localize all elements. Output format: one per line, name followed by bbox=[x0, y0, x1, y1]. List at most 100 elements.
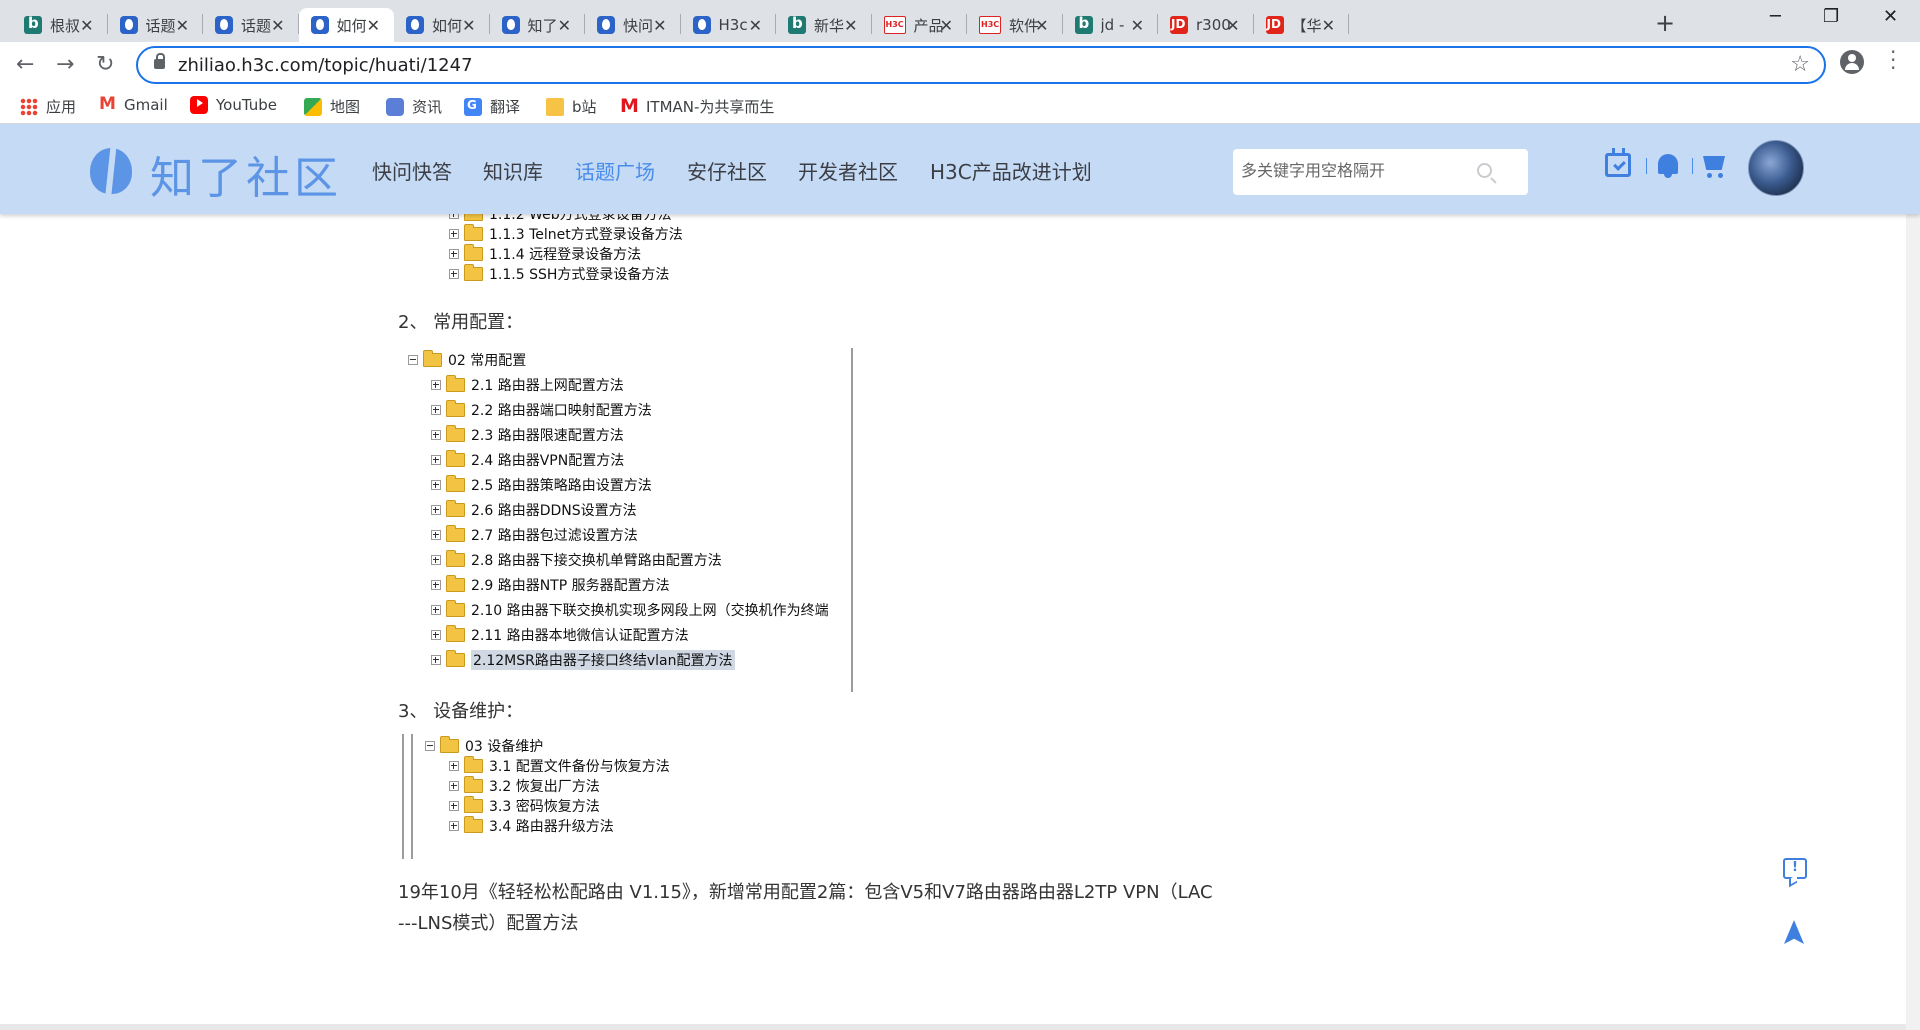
folder-icon bbox=[464, 244, 483, 261]
browser-tab[interactable]: 根叔✕ bbox=[12, 8, 108, 42]
menu-kebab-icon[interactable]: · · · bbox=[1890, 42, 1896, 78]
bookmark-item[interactable]: YouTube bbox=[190, 96, 277, 114]
tab-close-icon[interactable]: ✕ bbox=[653, 16, 666, 35]
expand-plus-icon bbox=[431, 655, 441, 665]
tab-close-icon[interactable]: ✕ bbox=[558, 16, 571, 35]
bookmark-item[interactable]: b站 bbox=[546, 96, 597, 117]
lock-icon[interactable] bbox=[154, 53, 165, 69]
browser-toolbar: ← → ↻ zhiliao.h3c.com/topic/huati/1247 ☆… bbox=[0, 42, 1920, 88]
browser-tab[interactable]: 知了 ✕ bbox=[490, 8, 585, 42]
header-divider bbox=[1646, 158, 1647, 174]
tree-item-label: 2.3 路由器限速配置方法 bbox=[471, 428, 624, 444]
bookmark-label: 翻译 bbox=[490, 98, 521, 116]
checkin-calendar-icon[interactable] bbox=[1605, 148, 1631, 177]
browser-tab[interactable]: 【华✕ bbox=[1254, 8, 1349, 42]
tab-close-icon[interactable]: ✕ bbox=[1226, 16, 1239, 35]
back-icon[interactable]: ← bbox=[16, 52, 34, 77]
nav-kuaiwen[interactable]: 快问快答 bbox=[372, 156, 452, 185]
nav-developer-community[interactable]: 开发者社区 bbox=[798, 156, 898, 185]
nav-anzai-community[interactable]: 安仔社区 bbox=[687, 156, 767, 185]
browser-tab[interactable]: 产品✕ bbox=[872, 8, 967, 42]
tree-frame-border bbox=[402, 734, 404, 859]
bookmark-label: b站 bbox=[572, 98, 597, 116]
expand-plus-icon bbox=[449, 801, 459, 811]
tab-close-icon[interactable]: ✕ bbox=[176, 16, 189, 35]
tab-close-icon[interactable]: ✕ bbox=[1035, 16, 1048, 35]
tree-item: 2.7 路由器包过滤设置方法 bbox=[431, 525, 638, 545]
tab-separator bbox=[1348, 14, 1349, 34]
vertical-scrollbar[interactable] bbox=[1906, 124, 1920, 1030]
folder-icon bbox=[440, 736, 459, 753]
tree-root: 02 常用配置 bbox=[408, 350, 526, 370]
expand-plus-icon bbox=[431, 455, 441, 465]
zhiliao-logo-icon[interactable] bbox=[88, 144, 134, 196]
bookmarks-bar: 应用 Gmail YouTube 地图 资讯 翻译 b站 ITMAN-为共享而生 bbox=[0, 88, 1920, 124]
search-input[interactable] bbox=[1241, 161, 1481, 180]
tree-item-label: 3.2 恢复出厂方法 bbox=[489, 779, 600, 795]
browser-tab[interactable]: r300✕ bbox=[1158, 8, 1254, 42]
expand-plus-icon bbox=[449, 269, 459, 279]
tab-close-icon[interactable]: ✕ bbox=[80, 16, 93, 35]
h3c-favicon-icon bbox=[883, 16, 906, 34]
expand-plus-icon bbox=[449, 214, 459, 219]
bookmark-item[interactable]: 地图 bbox=[304, 96, 360, 117]
maximize-button[interactable]: ❐ bbox=[1823, 6, 1839, 27]
tab-close-icon[interactable]: ✕ bbox=[940, 16, 953, 35]
folder-icon bbox=[423, 350, 442, 367]
minimize-button[interactable]: ─ bbox=[1770, 6, 1781, 27]
browser-tab[interactable]: 话题 ✕ bbox=[203, 8, 299, 42]
bookmark-item[interactable]: 资讯 bbox=[386, 96, 442, 117]
bookmark-item[interactable]: 应用 bbox=[20, 96, 76, 117]
nav-topic-square[interactable]: 话题广场 bbox=[575, 156, 655, 185]
shopping-cart-icon[interactable] bbox=[1703, 156, 1725, 170]
browser-tab[interactable]: 软件✕ bbox=[967, 8, 1063, 42]
folder-icon bbox=[464, 796, 483, 813]
bookmark-star-icon[interactable]: ☆ bbox=[1790, 52, 1810, 77]
browser-tab[interactable]: H3c ✕ bbox=[681, 8, 776, 42]
tab-close-icon[interactable]: ✕ bbox=[367, 16, 380, 35]
folder-icon bbox=[446, 650, 465, 667]
cart-wheels-icon bbox=[1707, 173, 1712, 178]
gmail-icon bbox=[98, 94, 116, 114]
url-text[interactable]: zhiliao.h3c.com/topic/huati/1247 bbox=[178, 55, 473, 76]
tab-close-icon[interactable]: ✕ bbox=[462, 16, 475, 35]
tab-close-icon[interactable]: ✕ bbox=[1322, 16, 1335, 35]
expand-plus-icon bbox=[431, 530, 441, 540]
tab-close-icon[interactable]: ✕ bbox=[271, 16, 284, 35]
browser-tab[interactable]: 如何 ✕ bbox=[394, 8, 490, 42]
folder-icon bbox=[464, 776, 483, 793]
site-logo-text[interactable]: 知了社区 bbox=[150, 142, 342, 206]
tab-close-icon[interactable]: ✕ bbox=[844, 16, 857, 35]
browser-tab[interactable]: 新华✕ bbox=[776, 8, 872, 42]
reload-icon[interactable]: ↻ bbox=[96, 52, 114, 77]
bookmark-item[interactable]: ITMAN-为共享而生 bbox=[620, 95, 774, 117]
zl-favicon-icon bbox=[597, 16, 615, 34]
browser-tab[interactable]: 快问 ✕ bbox=[585, 8, 681, 42]
notification-bell-icon[interactable] bbox=[1658, 154, 1678, 178]
forward-icon[interactable]: → bbox=[56, 52, 74, 77]
tab-close-icon[interactable]: ✕ bbox=[1131, 16, 1144, 35]
expand-plus-icon bbox=[431, 480, 441, 490]
bookmark-label: 地图 bbox=[330, 98, 361, 116]
browser-tab[interactable]: 话题 ✕ bbox=[108, 8, 203, 42]
folder-icon bbox=[446, 375, 465, 392]
browser-tab[interactable]: 如何 ✕ bbox=[298, 8, 394, 42]
feedback-icon[interactable] bbox=[1783, 858, 1807, 879]
search-icon[interactable] bbox=[1477, 163, 1492, 178]
nav-knowledge-base[interactable]: 知识库 bbox=[483, 156, 543, 185]
tree-frame-border bbox=[851, 348, 853, 692]
itman-icon bbox=[620, 95, 639, 117]
address-bar[interactable]: zhiliao.h3c.com/topic/huati/1247 ☆ bbox=[136, 46, 1826, 84]
user-avatar[interactable] bbox=[1748, 140, 1804, 196]
tree-item-label: 3.1 配置文件备份与恢复方法 bbox=[489, 759, 670, 775]
bookmark-item[interactable]: Gmail bbox=[98, 94, 168, 114]
new-tab-button[interactable]: + bbox=[1655, 9, 1675, 37]
horizontal-scrollbar[interactable] bbox=[0, 1024, 1906, 1030]
nav-improvement-plan[interactable]: H3C产品改进计划 bbox=[930, 156, 1092, 185]
close-window-button[interactable]: ✕ bbox=[1883, 6, 1898, 27]
bookmark-item[interactable]: 翻译 bbox=[464, 96, 520, 117]
account-icon[interactable] bbox=[1840, 50, 1864, 74]
folder-icon bbox=[464, 756, 483, 773]
browser-tab[interactable]: jd -✕ bbox=[1063, 8, 1158, 42]
tab-close-icon[interactable]: ✕ bbox=[749, 16, 762, 35]
